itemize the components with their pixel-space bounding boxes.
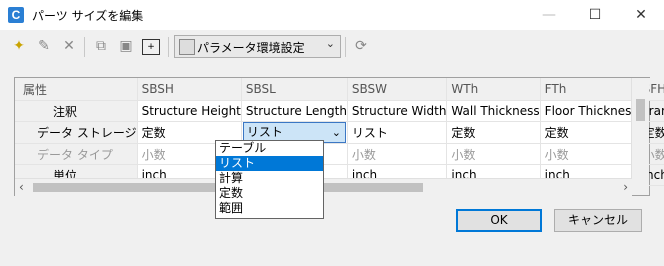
chevron-down-icon: ⌄ — [331, 126, 341, 139]
data-storage-select-value: リスト — [246, 125, 283, 139]
column-header[interactable]: SBSW — [347, 78, 448, 101]
grid-row-annotation: 注釈 Structure Height Structure Length Str… — [15, 100, 664, 122]
dropdown-option[interactable]: 定数 — [216, 186, 323, 201]
close-button[interactable]: ✕ — [618, 0, 664, 30]
column-header[interactable]: WTh — [446, 78, 541, 101]
grid-cell: 小数 — [446, 143, 541, 165]
row-header: データ タイプ — [15, 143, 138, 165]
row-header: 注釈 — [15, 100, 138, 122]
dropdown-option-selected[interactable]: リスト — [216, 156, 323, 171]
data-storage-dropdown[interactable]: テーブル リスト 計算 定数 範囲 — [215, 140, 324, 219]
dropdown-option[interactable]: テーブル — [216, 141, 323, 156]
delete-icon[interactable]: ✕ — [60, 37, 78, 55]
scroll-left-icon[interactable]: ‹ — [19, 180, 24, 194]
toolbar-separator — [345, 37, 346, 57]
grid-table: 属性 SBSH SBSL SBSW WTh FTh SFH 注釈 Structu… — [15, 78, 664, 186]
chevron-down-icon: ⌄ — [325, 37, 335, 50]
grid-cell: 小数 — [540, 143, 639, 165]
parameter-grid[interactable]: 属性 SBSH SBSL SBSW WTh FTh SFH 注釈 Structu… — [14, 77, 664, 196]
header-attribute: 属性 — [15, 78, 138, 101]
grid-cell[interactable]: Floor Thickness — [540, 100, 639, 122]
window-title: パーツ サイズを編集 — [32, 9, 144, 23]
paste-icon[interactable]: ▣ — [117, 37, 135, 55]
vertical-scrollbar[interactable] — [631, 78, 649, 178]
grid-header-row: 属性 SBSH SBSL SBSW WTh FTh SFH — [15, 78, 664, 101]
new-icon[interactable]: ✦ — [10, 37, 28, 55]
column-header[interactable]: FTh — [540, 78, 639, 101]
title-bar: C パーツ サイズを編集 — ☐ ✕ — [0, 0, 664, 31]
grid-row-data-type: データ タイプ 小数 小数 小数 小数 小数 小数 — [15, 143, 664, 165]
add-parameter-icon[interactable]: + — [142, 39, 160, 55]
grid-cell[interactable]: Structure Width — [347, 100, 448, 122]
app-icon: C — [8, 7, 24, 23]
dropdown-option[interactable]: 範囲 — [216, 201, 323, 216]
row-header: データ ストレージ — [15, 121, 138, 144]
parameter-settings-combo[interactable]: パラメータ環境設定 ⌄ — [174, 35, 341, 58]
scroll-right-icon[interactable]: › — [623, 180, 628, 194]
copy-icon[interactable]: ⧉ — [92, 37, 110, 55]
minimize-button[interactable]: — — [526, 0, 572, 30]
ok-button[interactable]: OK — [456, 209, 542, 232]
grid-cell[interactable]: 定数 — [446, 121, 541, 144]
grid-cell: 小数 — [347, 143, 448, 165]
cancel-button[interactable]: キャンセル — [554, 209, 642, 232]
grid-cell[interactable]: Structure Height — [137, 100, 242, 122]
settings-icon — [179, 39, 195, 55]
column-header[interactable]: SBSL — [241, 78, 348, 101]
toolbar-separator — [84, 37, 85, 57]
parameter-settings-label: パラメータ環境設定 — [197, 41, 305, 55]
grid-cell[interactable]: Wall Thickness — [446, 100, 541, 122]
grid-cell[interactable]: Structure Length — [241, 100, 348, 122]
grid-cell[interactable]: 定数 — [540, 121, 639, 144]
scrollbar-corner — [632, 178, 649, 195]
grid-cell[interactable]: リスト — [347, 121, 448, 144]
maximize-button[interactable]: ☐ — [572, 0, 618, 30]
column-header[interactable]: SBSH — [137, 78, 242, 101]
edit-icon[interactable]: ✎ — [35, 37, 53, 55]
refresh-icon[interactable]: ⟳ — [352, 37, 370, 55]
vertical-scroll-thumb[interactable] — [636, 99, 645, 121]
toolbar-separator — [168, 37, 169, 57]
dropdown-option[interactable]: 計算 — [216, 171, 323, 186]
grid-row-data-storage: データ ストレージ 定数 リスト ⌄ リスト 定数 定数 定数 — [15, 121, 664, 144]
toolbar: ✦ ✎ ✕ ⧉ ▣ + パラメータ環境設定 ⌄ ⟳ — [0, 31, 664, 61]
